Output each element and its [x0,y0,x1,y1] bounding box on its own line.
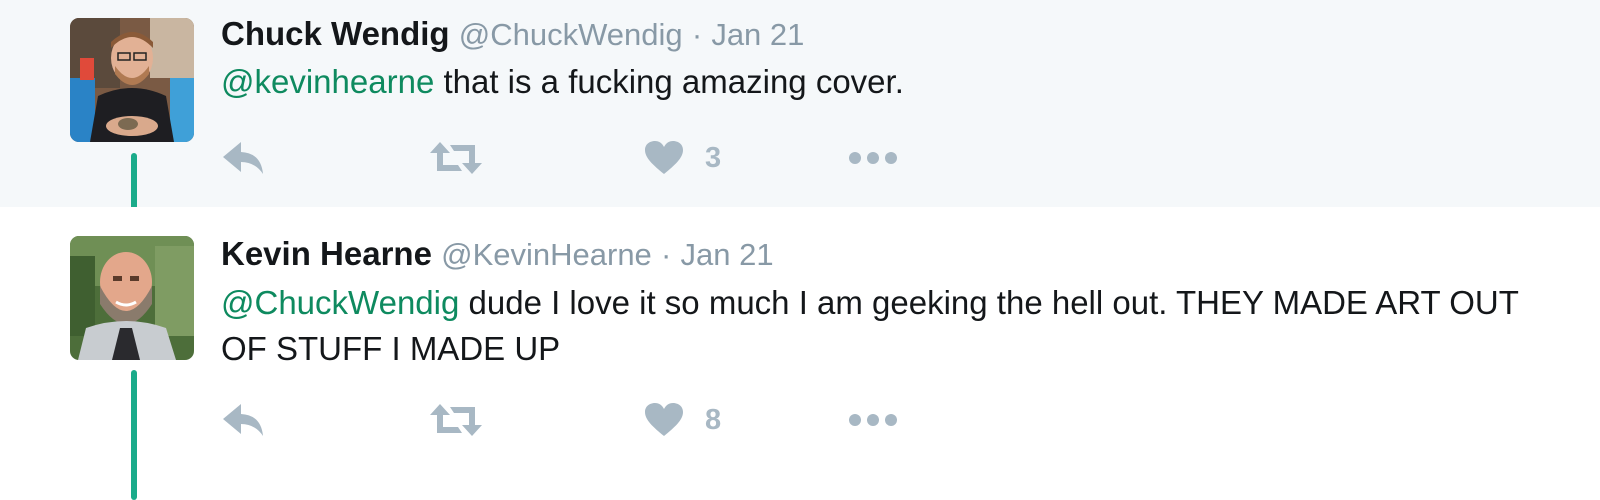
retweet-button[interactable] [430,133,482,183]
tweet-text: @ChuckWendig dude I love it so much I am… [221,280,1521,372]
tweet-body: that is a fucking amazing cover. [434,63,904,100]
like-button[interactable]: 3 [645,133,721,183]
author-handle[interactable]: @KevinHearne [441,237,652,272]
author-name[interactable]: Kevin Hearne [221,235,432,272]
like-count: 3 [705,141,722,174]
reply-icon [223,142,263,174]
author-handle[interactable]: @ChuckWendig [459,17,683,52]
retweet-icon [430,404,482,436]
mention-link[interactable]: @kevinhearne [221,63,434,100]
more-button[interactable] [848,395,898,445]
more-icon [849,414,897,426]
like-icon [645,403,683,436]
mention-link[interactable]: @ChuckWendig [221,284,459,321]
reply-button[interactable] [221,395,265,445]
separator-dot: · [660,237,672,272]
reply-button[interactable] [221,133,265,183]
separator-dot: · [691,17,703,52]
like-button[interactable]: 8 [645,395,721,445]
tweet-date[interactable]: Jan 21 [680,237,773,272]
tweet-header: Kevin Hearne @KevinHearne · Jan 21 [221,234,774,275]
tweet-text: @kevinhearne that is a fucking amazing c… [221,59,1521,105]
tweet-date[interactable]: Jan 21 [711,17,804,52]
retweet-button[interactable] [430,395,482,445]
tweet-chuck-wendig[interactable]: Chuck Wendig @ChuckWendig · Jan 21 @kevi… [0,0,1600,233]
author-name[interactable]: Chuck Wendig [221,15,450,52]
like-count: 8 [705,403,722,436]
like-icon [645,141,683,174]
reply-icon [223,404,263,436]
more-icon [849,152,897,164]
thread-line [131,370,137,500]
more-button[interactable] [848,133,898,183]
tweet-header: Chuck Wendig @ChuckWendig · Jan 21 [221,14,804,55]
avatar[interactable] [70,18,194,142]
avatar[interactable] [70,236,194,360]
retweet-icon [430,142,482,174]
tweet-kevin-hearne[interactable]: Kevin Hearne @KevinHearne · Jan 21 @Chuc… [0,207,1600,500]
